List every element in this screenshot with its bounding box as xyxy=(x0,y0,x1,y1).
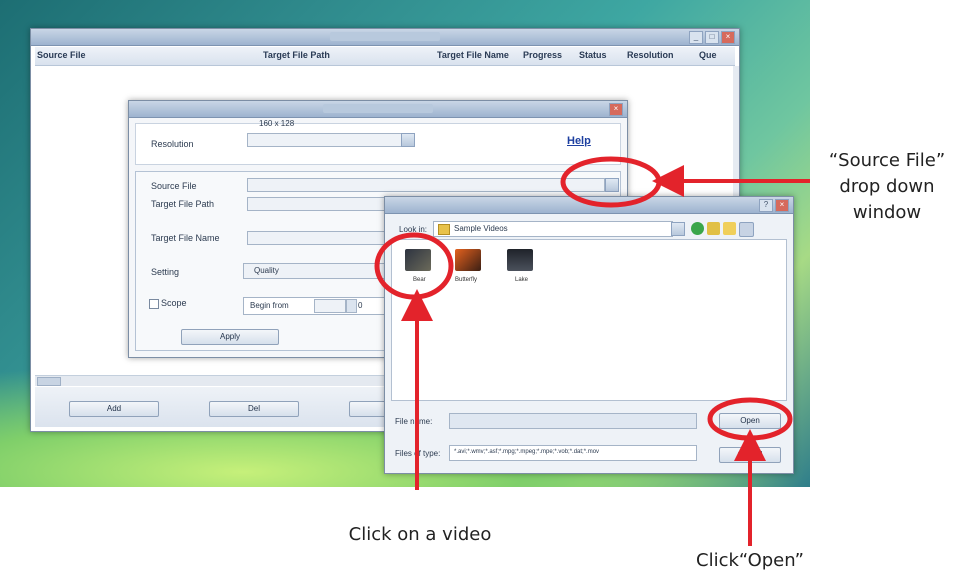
source-file-annotation-line2: drop down xyxy=(839,176,935,197)
target-name-label: Target File Name xyxy=(151,233,220,243)
col-target-file-path[interactable]: Target File Path xyxy=(263,50,330,60)
minimize-button[interactable]: _ xyxy=(689,31,703,44)
add-button[interactable]: Add xyxy=(69,401,159,417)
click-open-annotation: Click“Open” xyxy=(696,550,804,571)
close-button[interactable]: × xyxy=(721,31,735,44)
file-name-lake: Lake xyxy=(515,277,529,283)
col-source-file[interactable]: Source File xyxy=(37,50,86,60)
open-button[interactable]: Open xyxy=(719,413,781,429)
file-type-value: *.avi;*.wmv;*.asf;*.mpg;*.mpeg;*.mpe;*.v… xyxy=(454,449,600,455)
begin-from-label: Begin from xyxy=(250,301,289,310)
source-file-dropdown-button[interactable] xyxy=(605,178,619,192)
begin-from-spinner[interactable] xyxy=(346,299,357,313)
resolution-dropdown-button[interactable] xyxy=(401,133,415,147)
col-status[interactable]: Status xyxy=(579,50,607,60)
folder-icon xyxy=(438,224,450,235)
click-video-annotation: Click on a video xyxy=(348,524,492,545)
col-que[interactable]: Que xyxy=(699,50,717,60)
settings-close-button[interactable]: × xyxy=(609,103,623,116)
video-thumbnail-icon xyxy=(455,249,481,271)
target-path-field[interactable] xyxy=(247,197,391,211)
setting-value: Quality xyxy=(254,266,279,275)
resolution-value: 160 x 128 xyxy=(259,119,295,128)
video-thumbnail-icon xyxy=(405,249,431,271)
open-dialog-close-button[interactable]: × xyxy=(775,199,789,212)
col-resolution[interactable]: Resolution xyxy=(627,50,674,60)
begin-from-value: 0 xyxy=(358,301,363,310)
look-in-dropdown-button[interactable] xyxy=(671,222,685,236)
look-in-label: Look in: xyxy=(399,225,428,234)
begin-from-group: Begin from 0 xyxy=(243,297,385,315)
file-name-butterfly: Butterfly xyxy=(455,277,478,283)
look-in-select[interactable]: Sample Videos xyxy=(433,221,673,237)
col-target-file-name[interactable]: Target File Name xyxy=(437,50,509,60)
main-window-title xyxy=(330,32,440,41)
file-item-butterfly[interactable]: Butterfly xyxy=(449,245,489,289)
col-progress[interactable]: Progress xyxy=(523,50,562,60)
setting-select[interactable]: Quality xyxy=(243,263,385,279)
video-thumbnail-icon xyxy=(507,249,533,271)
begin-from-field[interactable] xyxy=(314,299,346,313)
delete-button[interactable]: Del xyxy=(209,401,299,417)
back-icon[interactable] xyxy=(691,222,704,235)
screenshot-area: _ □ × Source File Target File Path Targe… xyxy=(0,0,810,487)
settings-titlebar: × xyxy=(129,101,627,118)
look-in-value: Sample Videos xyxy=(454,224,508,233)
apply-button[interactable]: Apply xyxy=(181,329,279,345)
file-item-lake[interactable]: Lake xyxy=(501,245,541,289)
file-name-label: File name: xyxy=(395,417,433,426)
source-file-field[interactable] xyxy=(247,178,605,192)
help-link[interactable]: Help xyxy=(567,135,591,147)
source-file-annotation: “Source File” drop down window xyxy=(812,148,962,226)
file-type-label: Files of type: xyxy=(395,449,441,458)
target-path-label: Target File Path xyxy=(151,199,215,209)
main-titlebar: _ □ × xyxy=(31,29,739,46)
settings-title xyxy=(323,104,433,113)
open-dialog-titlebar: ? × xyxy=(385,197,793,214)
up-folder-icon[interactable] xyxy=(707,222,720,235)
file-type-select[interactable]: *.avi;*.wmv;*.asf;*.mpg;*.mpeg;*.mpe;*.v… xyxy=(449,445,697,461)
open-file-dialog: ? × Look in: Sample Videos Bear Butterfl… xyxy=(384,196,794,474)
source-file-label: Source File xyxy=(151,181,197,191)
setting-label: Setting xyxy=(151,267,180,277)
new-folder-icon[interactable] xyxy=(723,222,736,235)
target-name-field[interactable] xyxy=(247,231,391,245)
cancel-button[interactable]: Cancel xyxy=(719,447,781,463)
maximize-button[interactable]: □ xyxy=(705,31,719,44)
source-file-annotation-line1: “Source File” xyxy=(828,150,946,171)
file-item-bear[interactable]: Bear xyxy=(399,245,439,289)
resolution-label: Resolution xyxy=(151,139,194,149)
open-dialog-help-button[interactable]: ? xyxy=(759,199,773,212)
source-file-annotation-line3: window xyxy=(852,202,922,223)
file-name-field[interactable] xyxy=(449,413,697,429)
scope-label: Scope xyxy=(161,298,187,308)
file-list-header: Source File Target File Path Target File… xyxy=(35,47,735,66)
scope-checkbox[interactable] xyxy=(149,299,159,309)
file-name-bear: Bear xyxy=(413,277,426,283)
resolution-select[interactable] xyxy=(247,133,403,147)
view-menu-icon[interactable] xyxy=(739,222,754,237)
